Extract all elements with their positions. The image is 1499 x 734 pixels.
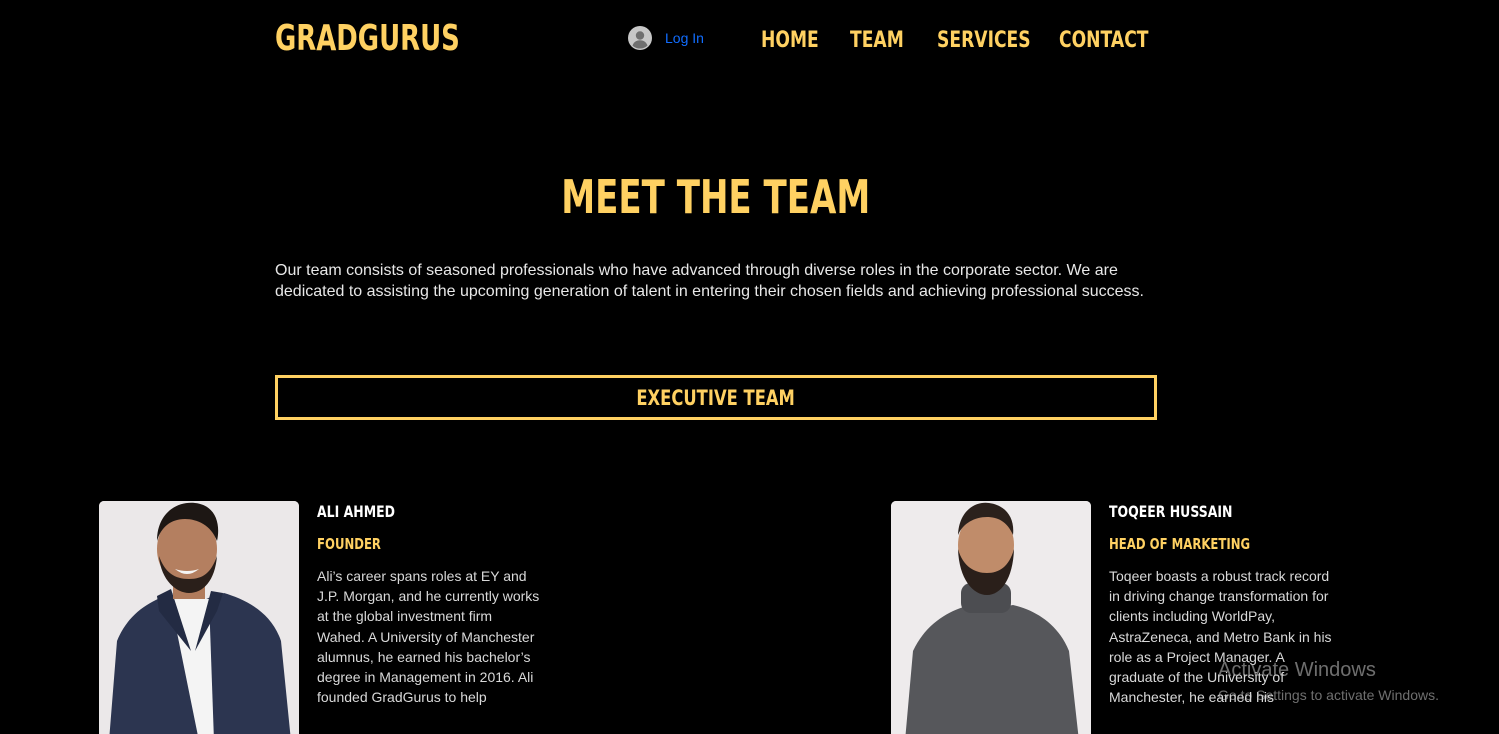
- intro-paragraph: Our team consists of seasoned profession…: [275, 262, 1144, 300]
- team-member-photo: [891, 501, 1091, 734]
- page-title-text: MEET THE TEAM: [561, 170, 870, 224]
- watermark-subtitle: Go to Settings to activate Windows.: [1218, 687, 1439, 703]
- team-member-info: ALI AHMED FOUNDER Ali’s career spans rol…: [317, 501, 547, 707]
- watermark-title: Activate Windows: [1218, 659, 1376, 681]
- login-button[interactable]: Log In: [628, 26, 704, 50]
- nav-item-services[interactable]: SERVICES: [937, 26, 1031, 56]
- executive-team-heading: EXECUTIVE TEAM: [275, 375, 1157, 420]
- activate-windows-watermark: Activate Windows Go to Settings to activ…: [1218, 657, 1439, 705]
- nav-item-contact[interactable]: CONTACT: [1059, 26, 1149, 56]
- user-avatar-icon[interactable]: [628, 26, 652, 50]
- site-logo[interactable]: GRADGURUS: [275, 14, 460, 64]
- nav-item-team[interactable]: TEAM: [850, 26, 904, 56]
- team-member-name: TOQEER HUSSAIN: [1109, 502, 1233, 521]
- page-title: MEET THE TEAM: [275, 168, 1156, 226]
- executive-team-label: EXECUTIVE TEAM: [636, 385, 796, 410]
- team-member-name: ALI AHMED: [317, 502, 396, 521]
- page: GRADGURUS Log In HOME TEAM SERVICES CONT…: [0, 0, 1499, 734]
- login-label[interactable]: Log In: [665, 30, 704, 46]
- nav-item-home[interactable]: HOME: [761, 26, 819, 56]
- team-member-role: HEAD OF MARKETING: [1109, 535, 1251, 553]
- team-member-photo: [99, 501, 299, 734]
- team-member-role: FOUNDER: [317, 535, 381, 553]
- team-member-bio: Ali’s career spans roles at EY and J.P. …: [317, 568, 540, 706]
